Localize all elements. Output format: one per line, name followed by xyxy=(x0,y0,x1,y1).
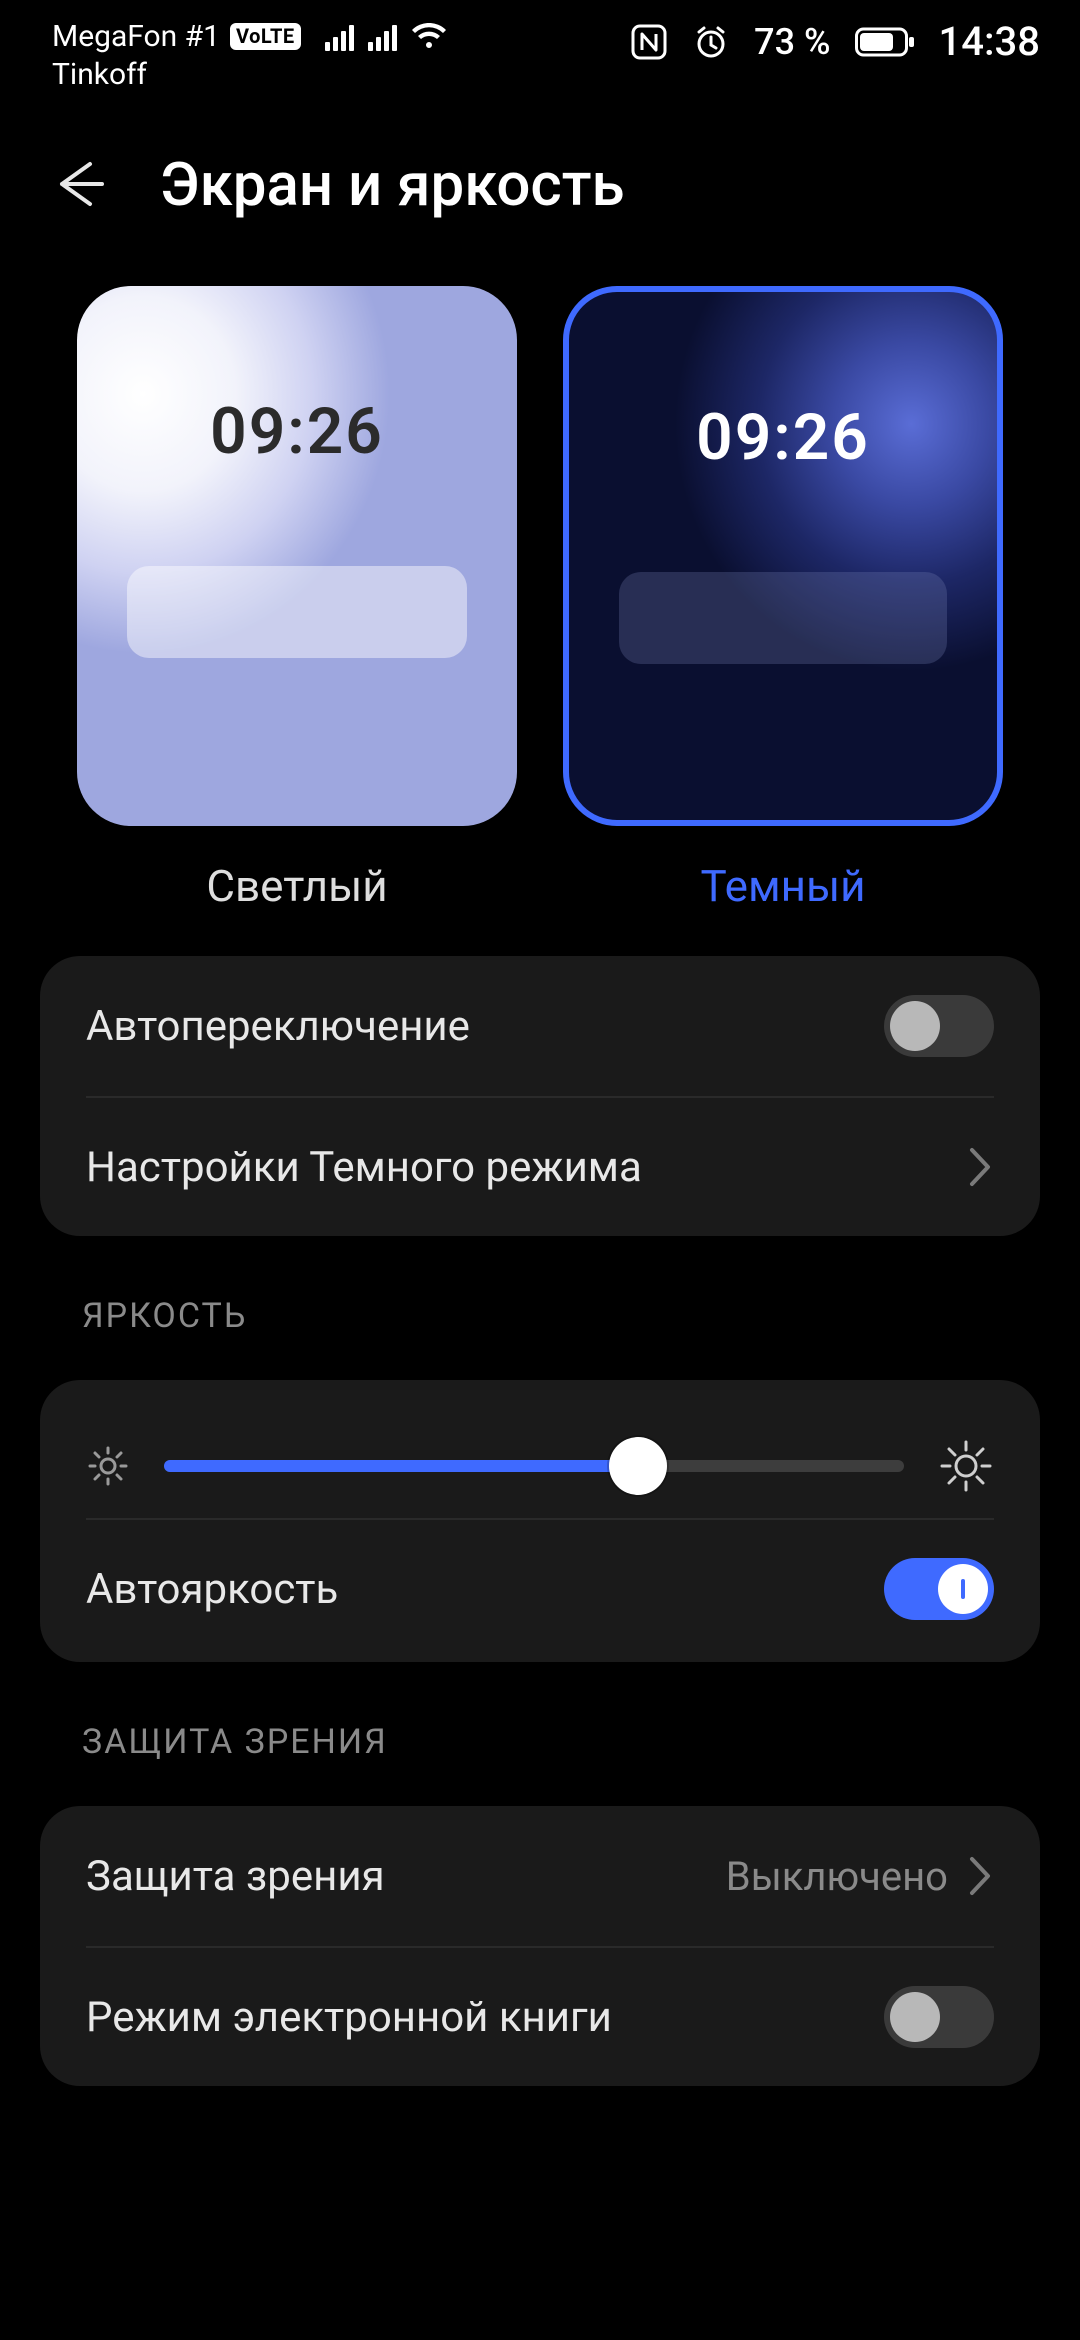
signal-strength-icon xyxy=(325,23,354,51)
carrier-2: Tinkoff xyxy=(52,56,447,94)
header: Экран и яркость xyxy=(0,100,1080,256)
chevron-right-icon xyxy=(968,1146,994,1188)
row-dark-mode-settings[interactable]: Настройки Темного режима xyxy=(86,1096,994,1236)
preview-time: 09:26 xyxy=(77,394,517,469)
section-title-brightness: ЯРКОСТЬ xyxy=(0,1236,1080,1336)
carrier-1: MegaFon #1 xyxy=(52,18,220,56)
wifi-icon xyxy=(411,23,447,51)
eye-comfort-label: Защита зрения xyxy=(86,1852,385,1901)
status-time: 14:38 xyxy=(939,18,1040,65)
mode-card: Автопереключение Настройки Темного режим… xyxy=(40,956,1040,1236)
brightness-slider[interactable] xyxy=(164,1444,904,1488)
theme-selector: 09:26 Светлый 09:26 Темный xyxy=(0,256,1080,912)
slider-thumb[interactable] xyxy=(609,1437,667,1495)
preview-widget xyxy=(619,572,947,664)
ebook-mode-toggle[interactable] xyxy=(884,1986,994,2048)
theme-preview-light: 09:26 xyxy=(77,286,517,826)
brightness-slider-row xyxy=(86,1404,994,1518)
preview-widget xyxy=(127,566,467,658)
auto-switch-toggle[interactable] xyxy=(884,995,994,1057)
arrow-left-icon xyxy=(50,154,110,214)
auto-switch-label: Автопереключение xyxy=(86,1002,470,1051)
chevron-right-icon xyxy=(968,1855,994,1897)
preview-time: 09:26 xyxy=(569,400,997,475)
auto-brightness-toggle[interactable] xyxy=(884,1558,994,1620)
dark-mode-settings-label: Настройки Темного режима xyxy=(86,1143,642,1192)
signal-strength-icon xyxy=(368,23,397,51)
brightness-low-icon xyxy=(86,1444,130,1488)
battery-icon xyxy=(855,26,915,58)
theme-option-dark[interactable]: 09:26 Темный xyxy=(563,286,1003,912)
battery-percent: 73 % xyxy=(754,21,830,63)
brightness-card: Автояркость xyxy=(40,1380,1040,1662)
ebook-mode-label: Режим электронной книги xyxy=(86,1993,612,2042)
row-eye-comfort[interactable]: Защита зрения Выключено xyxy=(86,1806,994,1946)
theme-preview-dark: 09:26 xyxy=(563,286,1003,826)
alarm-icon xyxy=(692,23,730,61)
row-ebook-mode[interactable]: Режим электронной книги xyxy=(86,1946,994,2086)
eye-comfort-value: Выключено xyxy=(726,1853,948,1900)
status-right: 73 % 14:38 xyxy=(630,18,1040,65)
theme-label-dark: Темный xyxy=(563,860,1003,912)
brightness-high-icon xyxy=(938,1438,994,1494)
page-title: Экран и яркость xyxy=(160,149,625,220)
auto-brightness-label: Автояркость xyxy=(86,1565,338,1614)
volte-badge: VoLTE xyxy=(230,23,301,50)
eye-card: Защита зрения Выключено Режим электронно… xyxy=(40,1806,1040,2086)
slider-fill xyxy=(164,1460,638,1472)
theme-label-light: Светлый xyxy=(77,860,517,912)
status-bar: MegaFon #1 VoLTE Tinkoff 73 % xyxy=(0,0,1080,100)
row-auto-switch[interactable]: Автопереключение xyxy=(86,956,994,1096)
row-auto-brightness[interactable]: Автояркость xyxy=(86,1518,994,1658)
status-left: MegaFon #1 VoLTE Tinkoff xyxy=(52,18,447,93)
theme-option-light[interactable]: 09:26 Светлый xyxy=(77,286,517,912)
section-title-eye: ЗАЩИТА ЗРЕНИЯ xyxy=(0,1662,1080,1762)
back-button[interactable] xyxy=(40,144,120,224)
nfc-icon xyxy=(630,23,668,61)
